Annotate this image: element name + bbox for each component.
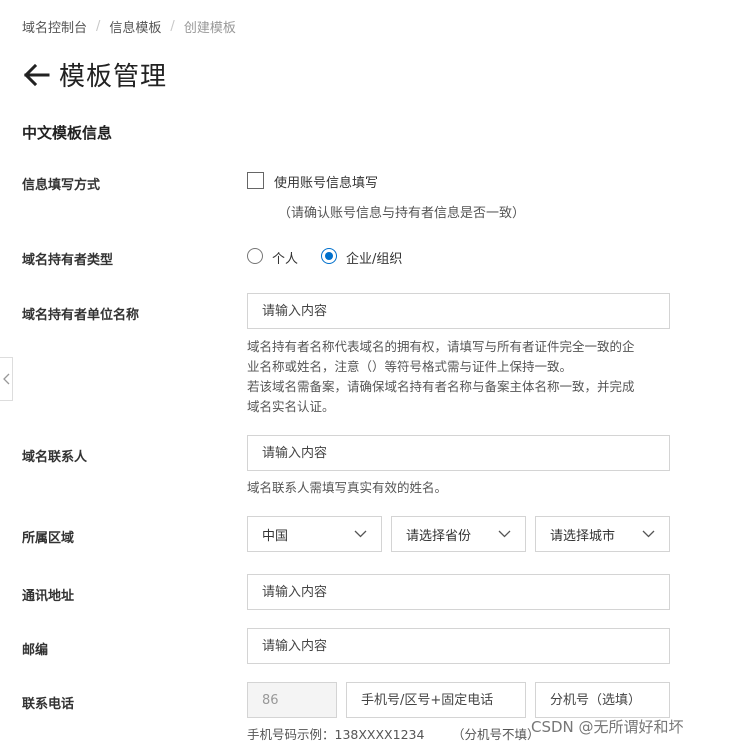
org-name-label: 域名持有者单位名称	[22, 308, 140, 323]
org-name-input[interactable]	[247, 293, 670, 329]
back-arrow-icon[interactable]	[22, 61, 50, 89]
country-code-input	[247, 682, 337, 718]
phone-label: 联系电话	[22, 697, 75, 712]
org-name-help-line: 域名实名认证。	[247, 399, 335, 414]
breadcrumb-separator: /	[96, 19, 101, 34]
page-title: 模板管理	[59, 62, 168, 92]
section-title: 中文模板信息	[22, 124, 113, 142]
org-name-help: 域名持有者名称代表域名的拥有权，请填写与所有者证件完全一致的企 业名称或姓名，注…	[247, 337, 677, 417]
breadcrumb-domain-console[interactable]: 域名控制台	[22, 17, 87, 36]
sidebar-collapse-tab[interactable]	[0, 357, 13, 401]
chevron-down-icon	[498, 530, 511, 538]
city-select-placeholder: 请选择城市	[550, 528, 616, 544]
org-name-help-line: 业名称或姓名，注意（）等符号格式需与证件上保持一致。	[247, 359, 573, 374]
phone-example: 手机号码示例：138XXXX1234	[247, 727, 425, 742]
org-name-help-line: 若该域名需备案，请确保域名持有者名称与备案主体名称一致，并完成	[247, 379, 635, 394]
contact-label: 域名联系人	[22, 450, 88, 465]
owner-type-personal-label[interactable]: 个人	[272, 248, 298, 267]
extension-note: （分机号不填）	[452, 727, 540, 742]
account-info-hint: （请确认账号信息与持有者信息是否一致）	[278, 206, 526, 221]
owner-type-organization-radio[interactable]	[321, 248, 337, 264]
country-select[interactable]: 中国	[247, 516, 382, 552]
owner-type-label: 域名持有者类型	[22, 253, 114, 268]
chevron-down-icon	[642, 530, 655, 538]
page-header: 模板管理	[22, 56, 167, 93]
extension-input[interactable]	[535, 682, 670, 718]
breadcrumb-create-template: 创建模板	[183, 21, 236, 36]
address-label: 通讯地址	[22, 589, 75, 604]
chevron-left-icon	[2, 373, 9, 385]
postcode-label: 邮编	[22, 643, 49, 658]
contact-input[interactable]	[247, 435, 670, 471]
region-label: 所属区域	[22, 531, 75, 546]
owner-type-organization-label[interactable]: 企业/组织	[346, 248, 402, 267]
contact-help: 域名联系人需填写真实有效的姓名。	[247, 480, 448, 495]
breadcrumb-separator: /	[170, 19, 175, 34]
province-select-placeholder: 请选择省份	[406, 528, 472, 544]
use-account-info-label[interactable]: 使用账号信息填写	[274, 172, 378, 191]
breadcrumb-info-template[interactable]: 信息模板	[109, 17, 161, 36]
country-select-value: 中国	[262, 528, 289, 544]
fill-method-label: 信息填写方式	[22, 178, 101, 193]
phone-number-input[interactable]	[346, 682, 526, 718]
city-select[interactable]: 请选择城市	[535, 516, 670, 552]
org-name-help-line: 域名持有者名称代表域名的拥有权，请填写与所有者证件完全一致的企	[247, 339, 635, 354]
address-input[interactable]	[247, 574, 670, 610]
postcode-input[interactable]	[247, 628, 670, 664]
chevron-down-icon	[354, 530, 367, 538]
breadcrumb: 域名控制台 / 信息模板 / 创建模板	[22, 17, 236, 36]
owner-type-personal-radio[interactable]	[247, 248, 263, 264]
province-select[interactable]: 请选择省份	[391, 516, 526, 552]
use-account-info-checkbox[interactable]	[247, 172, 264, 189]
watermark: CSDN @无所谓好和坏	[531, 718, 684, 736]
